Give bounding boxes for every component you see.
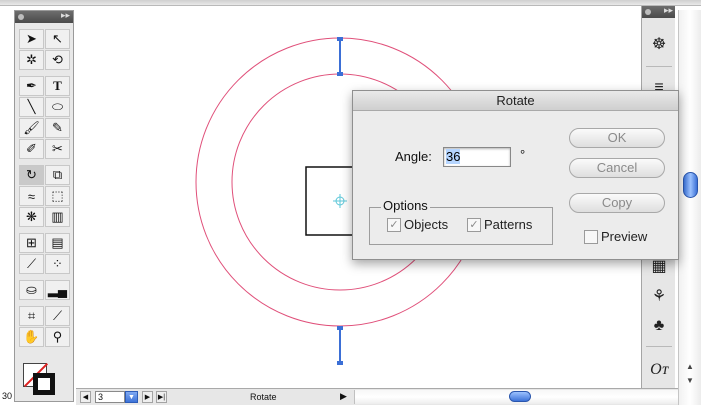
dock-close-dot-icon[interactable]: [645, 9, 651, 15]
copy-button[interactable]: Copy: [569, 193, 665, 213]
scissors-tool-icon[interactable]: ✂: [45, 139, 70, 159]
club-icon[interactable]: ♣: [642, 314, 676, 338]
tool-group-live-paint: ⛀ ▂▄: [19, 280, 70, 300]
angle-label: Angle:: [395, 149, 432, 164]
options-label: Options: [381, 198, 430, 213]
slice-tool-icon[interactable]: ⟋: [45, 306, 70, 326]
tool-group-transform: ↻ ⧉ ≈ ⬚ ❋ ▥: [19, 165, 70, 227]
live-paint-tool-icon[interactable]: ⛀: [19, 280, 44, 300]
navigator-icon[interactable]: ☸: [642, 32, 676, 56]
mesh-tool-icon[interactable]: ⊞: [19, 233, 44, 253]
dialog-title[interactable]: Rotate: [353, 91, 678, 111]
ellipse-tool-icon[interactable]: ⬭: [45, 97, 70, 117]
next-artboard-icon[interactable]: ▶: [142, 391, 153, 403]
cancel-button[interactable]: Cancel: [569, 158, 665, 178]
gradient-tool-icon[interactable]: ▤: [45, 233, 70, 253]
angle-input[interactable]: 36: [443, 147, 511, 167]
objects-label: Objects: [404, 217, 449, 232]
title-strip: [0, 0, 701, 6]
pencil-tool-icon[interactable]: ✎: [45, 118, 70, 138]
pen-tool-icon[interactable]: ✒: [19, 76, 44, 96]
angle-value: 36: [446, 149, 461, 164]
artboard-number-field[interactable]: 3: [95, 391, 125, 403]
tools-panel: ▸▸ ➤ ↖ ✲ ⟲ ✒ T ╲ ⬭ 🖌 ✎ ✐ ✂ ↻ ⧉ ≈ ⬚ ❋ ▥ ⊞: [14, 10, 74, 402]
warp-tool-icon[interactable]: ≈: [19, 186, 44, 206]
scroll-up-arrow-icon[interactable]: ▲: [686, 362, 694, 371]
line-tool-icon[interactable]: ╲: [19, 97, 44, 117]
free-transform-tool-icon[interactable]: ⬚: [45, 186, 70, 206]
selection-tool-icon[interactable]: ➤: [19, 29, 44, 49]
ok-button[interactable]: OK: [569, 128, 665, 148]
dock-divider: [646, 66, 672, 67]
bottom-handle-cap-2[interactable]: [337, 361, 343, 365]
tool-group-paint: ⊞ ▤ ⟋ ⁘: [19, 233, 70, 274]
dock-divider-2: [646, 346, 672, 347]
vertical-scrollbar[interactable]: ▲ ▼: [678, 10, 701, 405]
close-dot-icon[interactable]: [18, 14, 24, 20]
bottom-handle-cap[interactable]: [337, 326, 343, 330]
column-graph-tool-icon[interactable]: ▥: [45, 207, 70, 227]
blob-brush-tool-icon[interactable]: ✐: [19, 139, 44, 159]
preview-label: Preview: [601, 229, 648, 244]
artboard-dropdown-icon[interactable]: ▼: [125, 391, 138, 403]
tool-group-drawing: ✒ T ╲ ⬭ 🖌 ✎ ✐ ✂: [19, 76, 70, 159]
horizontal-scrollbar[interactable]: [354, 390, 678, 404]
status-menu-arrow-icon[interactable]: ▶: [340, 391, 347, 402]
type-tool-icon[interactable]: T: [45, 76, 70, 96]
dock-titlebar[interactable]: ▸▸: [642, 5, 675, 18]
patterns-label: Patterns: [484, 217, 533, 232]
magic-wand-tool-icon[interactable]: ✲: [19, 50, 44, 70]
rotate-tool-icon[interactable]: ↻: [19, 165, 44, 185]
symbol-sprayer-tool-icon[interactable]: ❋: [19, 207, 44, 227]
preview-checkbox[interactable]: [584, 230, 598, 244]
blend-tool-icon[interactable]: ⁘: [45, 254, 70, 274]
tool-group-navigation: ⌗ ⟋ ✋ ⚲: [19, 306, 70, 347]
fill-stroke-swatches[interactable]: [23, 363, 55, 395]
first-artboard-icon[interactable]: ◀: [80, 391, 91, 403]
hand-tool-icon[interactable]: ✋: [19, 327, 44, 347]
scroll-down-arrow-icon[interactable]: ▼: [686, 376, 694, 385]
symbols-icon[interactable]: ⚘: [642, 284, 676, 308]
last-artboard-icon[interactable]: ▶|: [156, 391, 167, 403]
eyedropper-tool-icon[interactable]: ⟋: [19, 254, 44, 274]
tools-panel-titlebar[interactable]: ▸▸: [15, 10, 73, 23]
rotation-origin-icon[interactable]: [333, 194, 347, 208]
rotate-dialog: Rotate Angle: 36 ° Options ✓ Objects ✓ P…: [352, 90, 679, 260]
lasso-tool-icon[interactable]: ⟲: [45, 50, 70, 70]
tool-group-selection: ➤ ↖ ✲ ⟲: [19, 29, 70, 70]
status-bar: ◀ 3 ▼ ▶ ▶| Rotate ▶: [76, 388, 678, 405]
crop-area-tool-icon[interactable]: ⌗: [19, 306, 44, 326]
scale-tool-icon[interactable]: ⧉: [45, 165, 70, 185]
zoom-tool-icon[interactable]: ⚲: [45, 327, 70, 347]
direct-selection-tool-icon[interactable]: ↖: [45, 29, 70, 49]
vertical-scroll-thumb[interactable]: [683, 172, 698, 198]
collapse-arrows-icon[interactable]: ▸▸: [61, 10, 70, 21]
top-handle-cap[interactable]: [337, 37, 343, 41]
objects-checkbox[interactable]: ✓: [387, 218, 401, 232]
top-handle-cap-2[interactable]: [337, 72, 343, 76]
stroke-swatch-icon[interactable]: [33, 373, 55, 395]
current-tool-label: Rotate: [250, 392, 277, 402]
patterns-checkbox[interactable]: ✓: [467, 218, 481, 232]
illustrator-window: ▸▸ ➤ ↖ ✲ ⟲ ✒ T ╲ ⬭ 🖌 ✎ ✐ ✂ ↻ ⧉ ≈ ⬚ ❋ ▥ ⊞: [0, 0, 701, 405]
dock-expand-arrows-icon[interactable]: ▸▸: [664, 5, 673, 16]
degree-symbol: °: [520, 147, 526, 162]
zoom-level[interactable]: 30: [2, 391, 12, 401]
character-icon[interactable]: Oᴛ: [642, 358, 676, 382]
horizontal-scroll-thumb[interactable]: [509, 391, 531, 402]
paintbrush-tool-icon[interactable]: 🖌: [19, 118, 44, 138]
column-graph-2-tool-icon[interactable]: ▂▄: [45, 280, 70, 300]
